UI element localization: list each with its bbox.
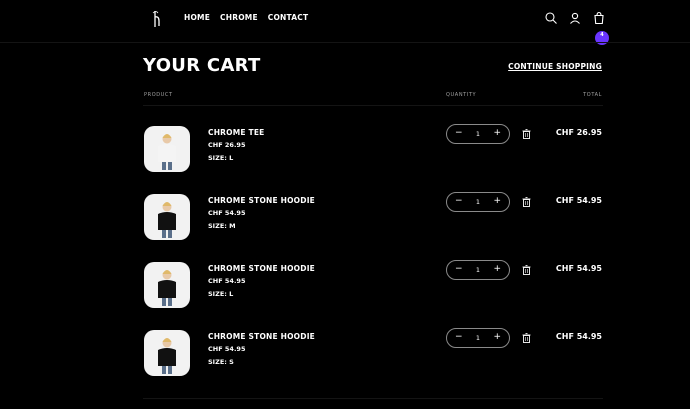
product-name[interactable]: CHROME STONE HOODIE bbox=[208, 264, 315, 273]
product-price: CHF 54.95 bbox=[208, 209, 246, 217]
cart-item-row: CHROME STONE HOODIE CHF 54.95 SIZE: L − … bbox=[0, 260, 690, 316]
product-price: CHF 54.95 bbox=[208, 345, 246, 353]
increase-quantity-button[interactable]: + bbox=[493, 196, 501, 206]
increase-quantity-button[interactable]: + bbox=[493, 332, 501, 342]
footer-divider bbox=[143, 398, 603, 399]
remove-item-icon[interactable] bbox=[522, 129, 531, 139]
column-header-total: TOTAL bbox=[583, 92, 602, 98]
nav-home-link[interactable]: HOME bbox=[184, 13, 210, 22]
nav-contact-link[interactable]: CONTACT bbox=[268, 13, 309, 22]
product-price: CHF 26.95 bbox=[208, 141, 246, 149]
cart-item-row: CHROME STONE HOODIE CHF 54.95 SIZE: S − … bbox=[0, 328, 690, 384]
table-divider bbox=[143, 105, 603, 106]
product-name[interactable]: CHROME STONE HOODIE bbox=[208, 196, 315, 205]
header-actions: 4 bbox=[544, 10, 609, 45]
site-header: HOME CHROME CONTACT 4 bbox=[0, 0, 690, 45]
product-image[interactable] bbox=[144, 194, 190, 240]
cart-icon[interactable]: 4 bbox=[592, 10, 609, 45]
line-total: CHF 54.95 bbox=[555, 196, 602, 205]
product-name[interactable]: CHROME TEE bbox=[208, 128, 265, 137]
product-size: SIZE: S bbox=[208, 358, 234, 366]
brand-logo[interactable] bbox=[150, 9, 162, 29]
product-size: SIZE: L bbox=[208, 154, 234, 162]
product-price: CHF 54.95 bbox=[208, 277, 246, 285]
product-image[interactable] bbox=[144, 330, 190, 376]
product-image[interactable] bbox=[144, 126, 190, 172]
column-header-quantity: QUANTITY bbox=[446, 92, 477, 98]
cart-item-row: CHROME STONE HOODIE CHF 54.95 SIZE: M − … bbox=[0, 192, 690, 248]
line-total: CHF 54.95 bbox=[555, 332, 602, 341]
account-icon[interactable] bbox=[568, 10, 582, 24]
continue-shopping-link[interactable]: CONTINUE SHOPPING bbox=[508, 62, 602, 71]
nav-chrome-link[interactable]: CHROME bbox=[220, 13, 258, 22]
product-size: SIZE: L bbox=[208, 290, 234, 298]
main-nav: HOME CHROME CONTACT bbox=[184, 13, 308, 22]
column-header-product: PRODUCT bbox=[144, 92, 173, 98]
quantity-stepper: − 1 + bbox=[446, 124, 510, 144]
remove-item-icon[interactable] bbox=[522, 333, 531, 343]
line-total: CHF 54.95 bbox=[555, 264, 602, 273]
product-size: SIZE: M bbox=[208, 222, 236, 230]
quantity-stepper: − 1 + bbox=[446, 260, 510, 280]
header-divider bbox=[0, 42, 690, 43]
quantity-stepper: − 1 + bbox=[446, 192, 510, 212]
increase-quantity-button[interactable]: + bbox=[493, 264, 501, 274]
remove-item-icon[interactable] bbox=[522, 197, 531, 207]
remove-item-icon[interactable] bbox=[522, 265, 531, 275]
line-total: CHF 26.95 bbox=[555, 128, 602, 137]
increase-quantity-button[interactable]: + bbox=[493, 128, 501, 138]
quantity-stepper: − 1 + bbox=[446, 328, 510, 348]
search-icon[interactable] bbox=[544, 10, 558, 24]
product-image[interactable] bbox=[144, 262, 190, 308]
product-name[interactable]: CHROME STONE HOODIE bbox=[208, 332, 315, 341]
cart-item-row: CHROME TEE CHF 26.95 SIZE: L − 1 + CHF 2… bbox=[0, 124, 690, 180]
page-title: YOUR CART bbox=[143, 55, 261, 76]
